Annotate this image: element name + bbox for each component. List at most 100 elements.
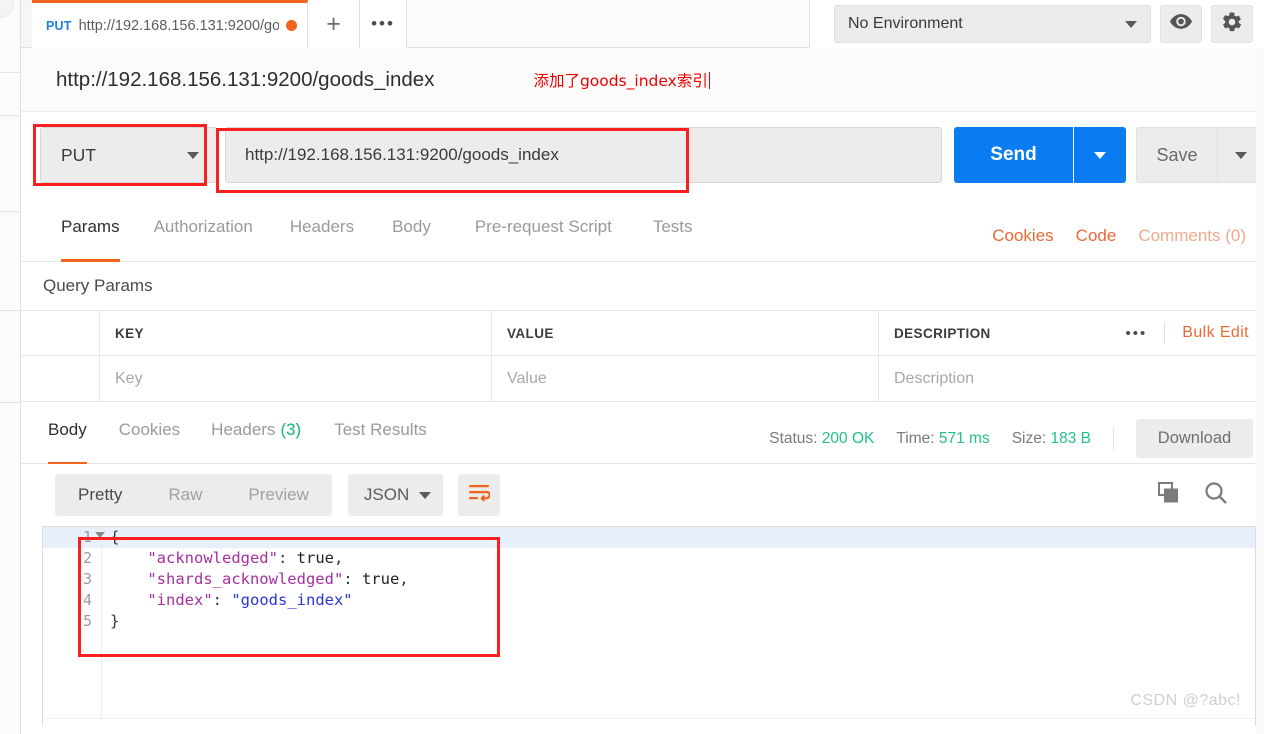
line-number: 4 xyxy=(82,591,92,609)
http-method-selector[interactable]: PUT xyxy=(40,127,218,183)
tab-authorization[interactable]: Authorization xyxy=(154,210,253,262)
response-right-icons xyxy=(1158,481,1249,510)
header-value: VALUE xyxy=(492,311,879,355)
status-badge: Status: 200 OK xyxy=(769,429,875,447)
eye-icon xyxy=(1170,14,1192,34)
tab-url-label: http://192.168.156.131:9200/goc xyxy=(78,17,279,34)
http-method-value: PUT xyxy=(61,144,96,165)
request-url-row: PUT http://192.168.156.131:9200/goods_in… xyxy=(21,112,1264,198)
tab-method-label: PUT xyxy=(46,18,72,33)
size-badge: Size: 183 B xyxy=(1011,429,1091,447)
line-number-gutter: 12 3 4 5 xyxy=(43,527,102,726)
settings-button[interactable] xyxy=(1211,5,1253,43)
response-meta: Status: 200 OK Time: 571 ms Size: 183 B … xyxy=(769,419,1264,458)
response-format-selector[interactable]: JSON xyxy=(347,474,443,516)
code-line: "acknowledged": true, xyxy=(147,549,344,567)
tab-params[interactable]: Params xyxy=(61,210,120,262)
tab-options-button[interactable]: ••• xyxy=(360,0,407,48)
query-params-section: Query Params xyxy=(21,262,1264,310)
line-number: 3 xyxy=(82,570,92,588)
response-body-code: { "acknowledged": true, "shards_acknowle… xyxy=(102,527,1255,726)
header-description: DESCRIPTION ••• Bulk Edit xyxy=(879,311,1264,355)
tab-tests[interactable]: Tests xyxy=(653,210,693,262)
code-line: "shards_acknowledged": true, xyxy=(147,570,409,588)
cookies-link[interactable]: Cookies xyxy=(992,226,1053,246)
line-number: 2 xyxy=(82,549,92,567)
copy-icon[interactable] xyxy=(1158,481,1182,509)
chevron-down-icon xyxy=(418,491,431,499)
code-line: "index": "goods_index" xyxy=(147,591,353,609)
response-tabs: Body Cookies Headers (3) Test Results St… xyxy=(21,413,1264,465)
new-tab-button[interactable]: + xyxy=(308,0,360,48)
gear-icon xyxy=(1221,11,1243,38)
search-icon[interactable] xyxy=(1204,481,1228,510)
request-title-row: http://192.168.156.131:9200/goods_index … xyxy=(21,48,1264,112)
word-wrap-button[interactable] xyxy=(457,474,500,516)
query-params-title: Query Params xyxy=(43,276,153,295)
param-value-input[interactable]: Value xyxy=(492,356,879,401)
bulk-edit-button[interactable]: Bulk Edit xyxy=(1182,324,1249,342)
line-number: 1 xyxy=(43,527,101,548)
table-header-row: KEY VALUE DESCRIPTION ••• Bulk Edit xyxy=(21,310,1264,356)
response-toolbar: Pretty Raw Preview JSON xyxy=(21,464,1264,526)
line-number: 5 xyxy=(82,612,92,630)
url-input-value: http://192.168.156.131:9200/goods_index xyxy=(245,145,559,164)
param-description-input[interactable]: Description xyxy=(879,356,1264,401)
tab-strip: PUT http://192.168.156.131:9200/goc + ••… xyxy=(21,0,1264,48)
row-checkbox-cell[interactable] xyxy=(21,356,100,401)
param-key-input[interactable]: Key xyxy=(100,356,492,401)
environment-zone: No Environment xyxy=(809,0,1264,48)
params-more-options-button[interactable]: ••• xyxy=(1125,325,1147,342)
response-tab-test-results[interactable]: Test Results xyxy=(334,413,427,465)
header-key: KEY xyxy=(100,311,492,355)
response-tab-cookies[interactable]: Cookies xyxy=(119,413,180,465)
response-body-viewer[interactable]: 12 3 4 5 { "acknowledged": true, "shards_ac… xyxy=(42,526,1256,726)
request-links: Cookies Code Comments (0) xyxy=(992,226,1264,246)
page-title: http://192.168.156.131:9200/goods_index xyxy=(56,67,435,91)
response-tab-body[interactable]: Body xyxy=(48,413,87,465)
save-button[interactable]: Save xyxy=(1136,127,1217,183)
download-button[interactable]: Download xyxy=(1136,419,1253,458)
response-tab-headers[interactable]: Headers (3) xyxy=(211,413,301,465)
horizontal-scrollbar[interactable] xyxy=(43,718,1255,726)
url-input[interactable]: http://192.168.156.131:9200/goods_index xyxy=(225,127,942,183)
workspace-avatar-icon xyxy=(0,0,14,18)
view-mode-preview[interactable]: Preview xyxy=(225,485,331,505)
code-link[interactable]: Code xyxy=(1076,226,1117,246)
tab-pre-request-script[interactable]: Pre-request Script xyxy=(475,210,612,262)
annotation-text: 添加了goods_index索引 xyxy=(533,71,710,90)
unsaved-changes-dot-icon xyxy=(286,20,297,31)
description-tools: ••• Bulk Edit xyxy=(1125,322,1249,344)
code-fold-toggle-icon[interactable] xyxy=(95,532,105,538)
environment-selector[interactable]: No Environment xyxy=(834,5,1151,43)
vertical-scrollbar[interactable] xyxy=(1256,48,1264,734)
tab-body[interactable]: Body xyxy=(392,210,431,262)
response-format-value: JSON xyxy=(363,485,410,504)
view-mode-segmented-control: Pretty Raw Preview xyxy=(55,474,332,516)
send-button[interactable]: Send xyxy=(954,127,1073,183)
main-content: PUT http://192.168.156.131:9200/goc + ••… xyxy=(21,0,1264,734)
chevron-down-icon xyxy=(1234,151,1247,159)
code-line: { xyxy=(102,527,1255,548)
request-tab-active[interactable]: PUT http://192.168.156.131:9200/goc xyxy=(32,0,308,48)
time-badge: Time: 571 ms xyxy=(896,429,990,447)
chevron-down-icon xyxy=(1125,20,1137,28)
headers-count-badge: (3) xyxy=(280,420,302,439)
environment-label: No Environment xyxy=(848,15,963,32)
view-mode-raw[interactable]: Raw xyxy=(145,485,225,505)
environment-quick-look-button[interactable] xyxy=(1160,5,1202,43)
divider xyxy=(1113,427,1114,450)
header-description-label: DESCRIPTION xyxy=(894,325,991,341)
view-mode-pretty[interactable]: Pretty xyxy=(55,485,145,505)
send-options-button[interactable] xyxy=(1074,127,1126,183)
chevron-down-icon xyxy=(1094,151,1106,159)
tab-headers[interactable]: Headers xyxy=(290,210,354,262)
chevron-down-icon xyxy=(187,151,199,159)
tab-strip-empty xyxy=(407,0,809,48)
header-checkbox-cell xyxy=(21,311,100,355)
watermark: CSDN @?abc! xyxy=(1130,692,1241,709)
postman-window: PUT http://192.168.156.131:9200/goc + ••… xyxy=(0,0,1264,734)
comments-link[interactable]: Comments (0) xyxy=(1138,226,1246,246)
word-wrap-icon xyxy=(468,484,491,507)
table-row: Key Value Description xyxy=(21,356,1264,402)
